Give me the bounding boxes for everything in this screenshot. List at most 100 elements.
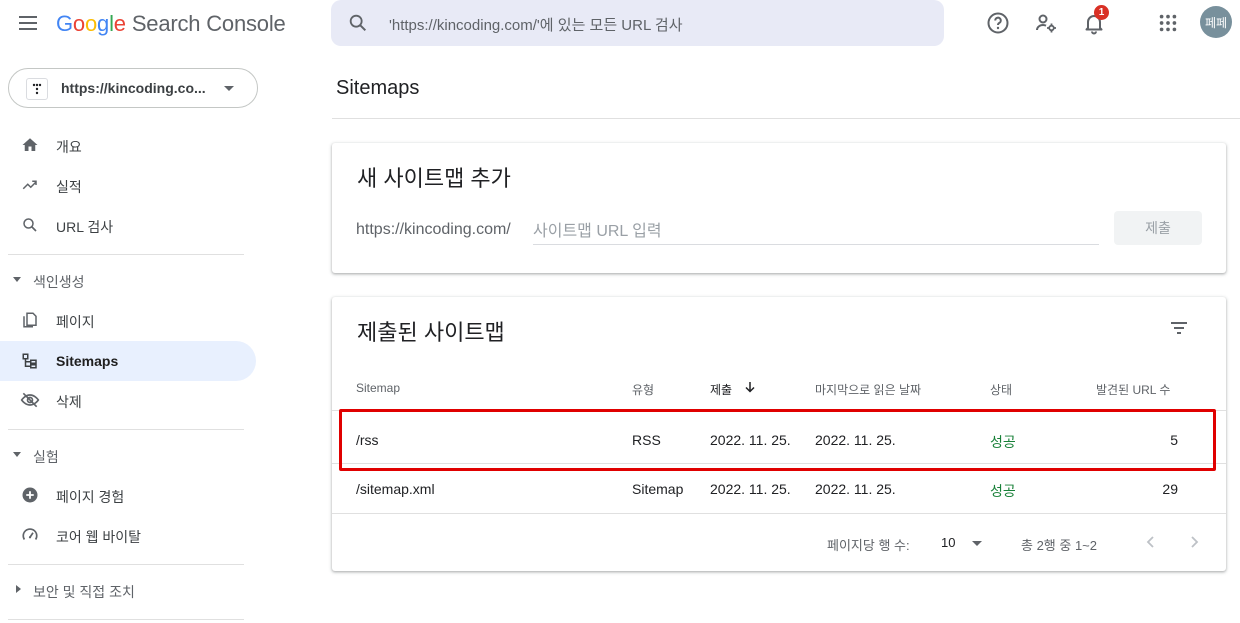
speed-icon [20,525,40,545]
column-header-type[interactable]: 유형 [632,381,654,398]
logo-letter: e [113,11,126,36]
add-sitemap-title: 새 사이트맵 추가 [357,166,511,191]
property-favicon-icon [26,78,48,100]
row-divider [332,410,1226,411]
sidebar-section-label: 색인생성 [33,274,85,290]
sidebar-item-performance[interactable]: 실적 [0,165,256,205]
home-icon [20,135,40,155]
submitted-sitemaps-card: 제출된 사이트맵 Sitemap 유형 제출 마지막으로 읽은 날짜 상태 발견… [332,297,1226,571]
trending-up-icon [20,175,40,195]
previous-page-button[interactable] [1140,531,1162,553]
next-page-button[interactable] [1183,531,1205,553]
sidebar-item-removals[interactable]: 삭제 [0,380,256,420]
expand-caret-icon [13,452,21,457]
add-sitemap-card: 새 사이트맵 추가 https://kincoding.com/ 제출 [332,143,1226,273]
page-title: Sitemaps [336,77,420,99]
sidebar-divider [8,254,244,255]
cell-submitted: 2022. 11. 25. [710,481,791,497]
sidebar-item-label: 개요 [56,139,82,155]
sidebar-section-label: 실험 [33,449,59,465]
rows-per-page-select[interactable]: 10 [940,533,988,553]
submit-sitemap-button[interactable]: 제출 [1114,211,1202,245]
url-inspection-search[interactable]: 'https://kincoding.com/'에 있는 모든 URL 검사 [331,0,944,46]
sidebar-divider [8,619,244,620]
property-url: https://kincoding.co... [61,80,206,96]
sidebar-item-label: URL 검사 [56,219,114,235]
sidebar-section-security[interactable]: 보안 및 직접 조치 [0,575,256,605]
column-header-status[interactable]: 상태 [990,381,1012,398]
apps-button[interactable] [1155,10,1181,36]
chevron-right-icon [1191,536,1199,548]
cell-status: 성공 [990,483,1016,499]
sidebar-item-page-experience[interactable]: 페이지 경험 [0,475,256,515]
title-divider [332,118,1240,119]
sitemap-url-input[interactable] [533,219,1099,245]
expand-caret-icon [13,277,21,282]
sitemap-icon [20,351,40,371]
pages-icon [20,310,40,330]
sidebar-item-label: 페이지 [56,314,95,330]
menu-line [19,22,37,24]
column-header-last-read[interactable]: 마지막으로 읽은 날짜 [815,381,921,398]
cell-last-read: 2022. 11. 25. [815,432,896,448]
cell-discovered-urls: 5 [1170,432,1178,448]
sidebar-section-indexing[interactable]: 색인생성 [0,265,256,295]
menu-line [19,28,37,30]
apps-grid-icon [1159,14,1177,32]
cell-sitemap[interactable]: /rss [356,432,379,448]
dropdown-caret-icon [972,541,982,546]
cell-sitemap[interactable]: /sitemap.xml [356,481,435,497]
pagination-range: 총 2행 중 1~2 [1021,538,1097,553]
manage-accounts-icon [1036,14,1056,33]
sidebar-item-overview[interactable]: 개요 [0,125,256,165]
cell-last-read: 2022. 11. 25. [815,481,896,497]
cell-type: RSS [632,432,661,448]
cell-status: 성공 [990,434,1016,450]
column-header-sitemap[interactable]: Sitemap [356,381,400,395]
cell-type: Sitemap [632,481,684,497]
user-settings-button[interactable] [1033,10,1059,36]
account-avatar[interactable]: 페페 [1200,6,1232,38]
cell-submitted: 2022. 11. 25. [710,432,791,448]
sidebar-item-label: 페이지 경험 [56,489,125,505]
menu-line [19,16,37,18]
add-circle-icon [20,485,40,505]
notification-badge: 1 [1094,5,1109,20]
sidebar-section-label: 보안 및 직접 조치 [33,584,135,600]
sidebar-item-label: 삭제 [56,394,82,410]
sidebar-item-label: 코어 웹 바이탈 [56,529,142,545]
logo-letter: o [84,11,98,36]
sidebar-divider [8,564,244,565]
chevron-left-icon [1146,536,1154,548]
column-header-submitted[interactable]: 제출 [710,381,732,398]
column-header-discovered-urls[interactable]: 발견된 URL 수 [1096,381,1170,398]
visibility-off-icon [20,390,40,410]
collapse-caret-icon [16,585,21,593]
main-menu-button[interactable] [12,8,44,38]
search-icon [349,14,367,32]
logo-product-name: Search Console [131,11,286,36]
sidebar-item-url-inspection[interactable]: URL 검사 [0,205,256,245]
rows-per-page-label: 페이지당 행 수: [827,538,910,553]
search-console-logo[interactable]: Google Search Console [56,10,286,38]
filter-icon[interactable] [1167,316,1191,340]
sidebar-item-label: 실적 [56,179,82,195]
search-icon [20,215,40,235]
row-divider [332,463,1226,464]
sidebar-item-core-web-vitals[interactable]: 코어 웹 바이탈 [0,515,256,555]
url-prefix: https://kincoding.com/ [356,221,511,238]
logo-letter: G [56,11,73,36]
cell-discovered-urls: 29 [1162,481,1178,497]
top-app-bar: Google Search Console 'https://kincoding.… [0,0,1240,46]
arrow-down-icon [745,382,755,393]
sidebar-item-label: Sitemaps [56,353,119,369]
sidebar-item-pages[interactable]: 페이지 [0,300,256,340]
submitted-sitemaps-title: 제출된 사이트맵 [357,320,505,345]
logo-letter: g [97,11,110,36]
help-button[interactable] [985,10,1011,36]
rows-per-page-value: 10 [941,535,956,550]
row-divider [332,513,1226,514]
property-selector[interactable]: https://kincoding.co... [8,68,258,108]
sidebar-section-experience[interactable]: 실험 [0,440,256,470]
sidebar-item-sitemaps[interactable]: Sitemaps [0,341,256,381]
